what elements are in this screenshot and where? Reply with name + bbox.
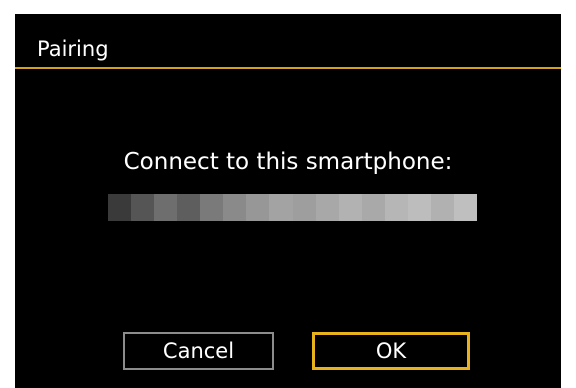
dialog-title: Pairing <box>37 37 109 61</box>
smartphone-name-obscured <box>108 194 477 221</box>
cancel-button[interactable]: Cancel <box>123 332 274 370</box>
title-bar: Pairing <box>15 14 561 69</box>
ok-button[interactable]: OK <box>312 332 470 370</box>
pairing-message: Connect to this smartphone: <box>123 149 453 175</box>
camera-screen: Pairing Connect to this smartphone: Canc… <box>15 14 561 388</box>
